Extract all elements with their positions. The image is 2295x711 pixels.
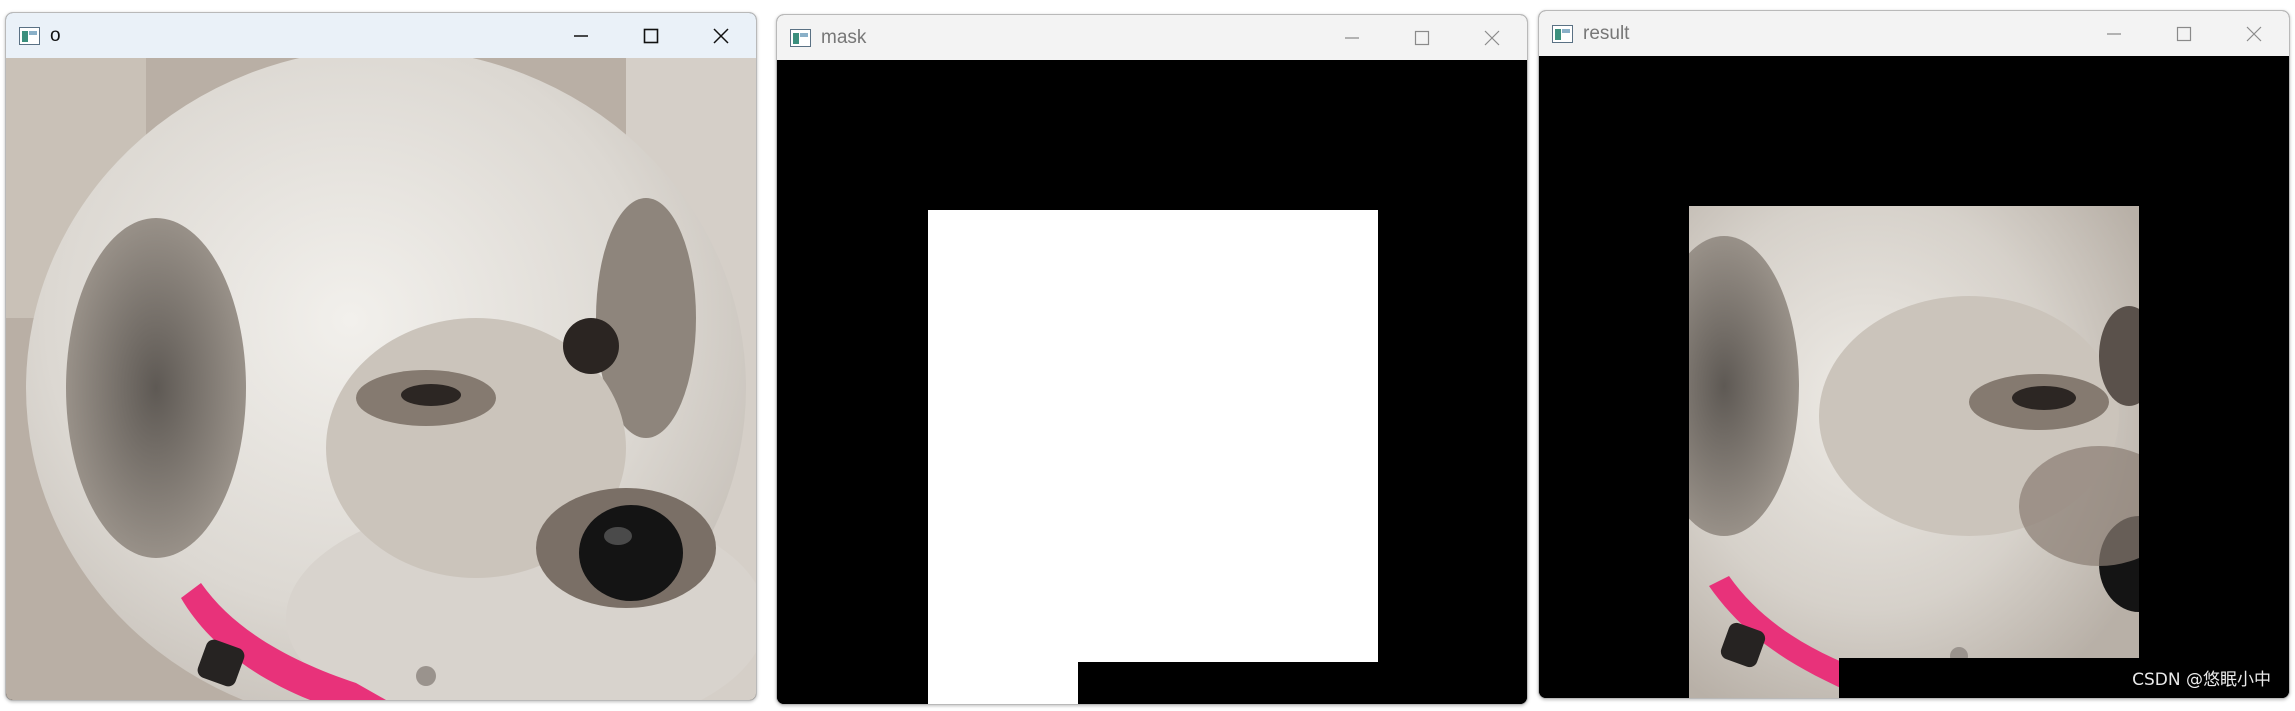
mask-white-region <box>928 662 1078 704</box>
minimize-button[interactable] <box>546 13 616 58</box>
mask-canvas <box>777 60 1527 704</box>
window-result[interactable]: result CSDN @悠眠小中 <box>1538 10 2290 699</box>
dog-photo <box>6 58 756 700</box>
window-title: o <box>50 24 61 46</box>
maximize-icon <box>643 28 659 43</box>
maximize-button[interactable] <box>2149 11 2219 56</box>
minimize-icon <box>574 34 588 37</box>
maximize-button[interactable] <box>1387 15 1457 60</box>
window-original[interactable]: o <box>5 12 757 701</box>
mask-white-region <box>928 210 1378 662</box>
titlebar[interactable]: o <box>6 13 756 58</box>
close-button[interactable] <box>686 13 756 58</box>
minimize-icon <box>2107 32 2121 35</box>
window-mask[interactable]: mask <box>776 14 1528 705</box>
maximize-button[interactable] <box>616 13 686 58</box>
watermark-text: CSDN @悠眠小中 <box>2132 670 2271 690</box>
close-icon <box>1484 30 1500 45</box>
image-canvas <box>6 58 756 700</box>
maximize-icon <box>1414 30 1430 45</box>
close-icon <box>2246 26 2262 41</box>
window-title: mask <box>821 26 867 48</box>
app-icon <box>790 28 811 47</box>
minimize-button[interactable] <box>2079 11 2149 56</box>
result-canvas: CSDN @悠眠小中 <box>1539 56 2289 698</box>
close-button[interactable] <box>1457 15 1527 60</box>
app-icon <box>19 26 40 45</box>
close-icon <box>713 27 729 44</box>
window-title: result <box>1583 22 1630 44</box>
titlebar[interactable]: result <box>1539 11 2289 56</box>
titlebar[interactable]: mask <box>777 15 1527 60</box>
app-icon <box>1552 24 1573 43</box>
masked-dog-photo <box>1689 206 2139 698</box>
close-button[interactable] <box>2219 11 2289 56</box>
minimize-button[interactable] <box>1317 15 1387 60</box>
minimize-icon <box>1345 36 1359 39</box>
maximize-icon <box>2176 26 2192 41</box>
